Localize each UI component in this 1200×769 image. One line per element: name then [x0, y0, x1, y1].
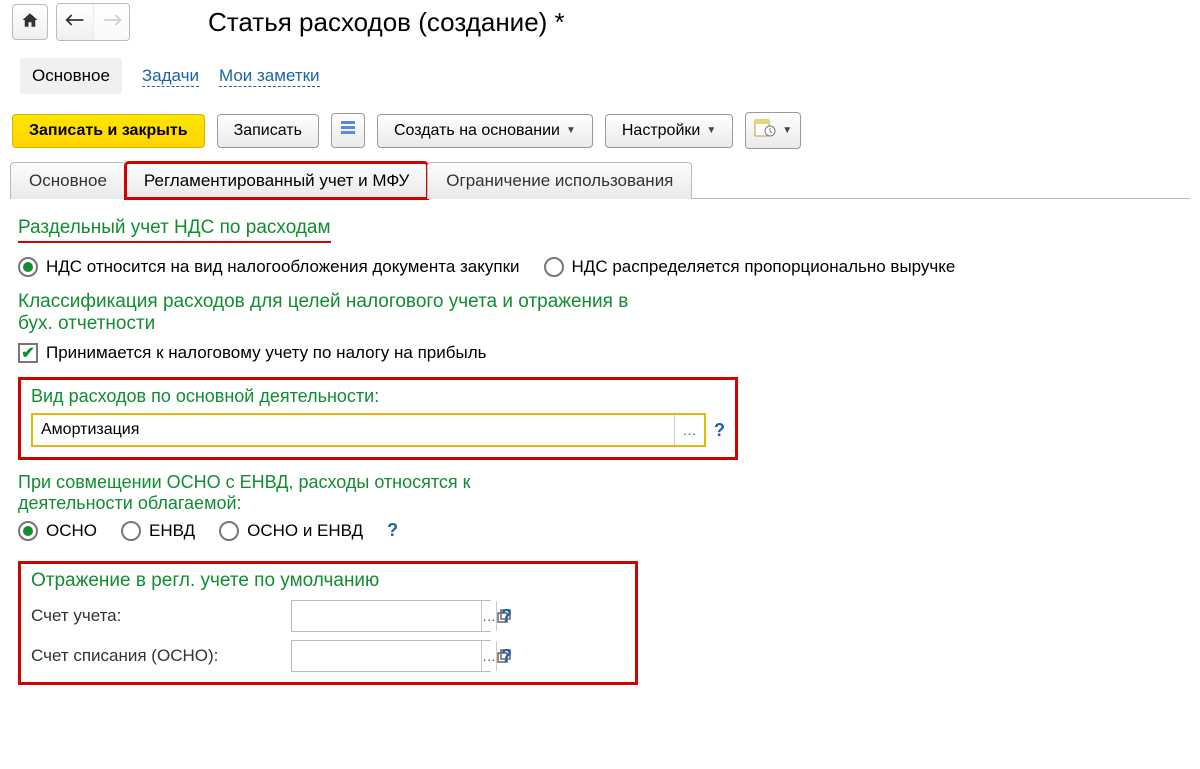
arrow-left-icon: [65, 13, 85, 32]
tab-regulated-accounting[interactable]: Регламентированный учет и МФУ: [125, 162, 428, 199]
profit-tax-checkbox-label: Принимается к налоговому учету по налогу…: [46, 343, 486, 363]
osno-radio-label-1: ОСНО: [46, 521, 97, 541]
vat-split-title: Раздельный учет НДС по расходам: [18, 217, 331, 243]
caret-down-icon: ▼: [706, 125, 716, 136]
account-picker-button[interactable]: …: [481, 601, 496, 631]
back-button[interactable]: [57, 4, 93, 40]
vat-radio-label-2: НДС распределяется пропорционально выруч…: [572, 257, 956, 277]
classification-title: Классификация расходов для целей налогов…: [18, 291, 658, 335]
osno-radio-envd[interactable]: [121, 521, 141, 541]
top-tab-main[interactable]: Основное: [20, 58, 122, 94]
top-tab-tasks[interactable]: Задачи: [142, 66, 199, 87]
list-icon: [340, 120, 356, 141]
osno-radio-osno[interactable]: [18, 521, 38, 541]
account-input[interactable]: [292, 601, 481, 631]
caret-down-icon: ▼: [566, 125, 576, 136]
writeoff-account-label: Счет списания (ОСНО):: [31, 646, 281, 666]
settings-label: Настройки: [622, 122, 700, 140]
vat-radio-label-1: НДС относится на вид налогообложения док…: [46, 257, 520, 277]
default-reg-title: Отражение в регл. учете по умолчанию: [31, 570, 625, 592]
account-label: Счет учета:: [31, 606, 281, 626]
osno-radio-label-2: ЕНВД: [149, 521, 195, 541]
help-icon[interactable]: ?: [501, 646, 512, 667]
save-and-close-button[interactable]: Записать и закрыть: [12, 114, 205, 148]
top-tab-notes[interactable]: Мои заметки: [219, 66, 320, 87]
schedule-icon: [754, 119, 776, 142]
osno-envd-note: При совмещении ОСНО с ЕНВД, расходы отно…: [18, 472, 578, 514]
save-button[interactable]: Записать: [217, 114, 319, 148]
caret-down-icon: ▼: [782, 125, 792, 136]
main-expense-input[interactable]: [33, 415, 674, 445]
help-icon[interactable]: ?: [501, 606, 512, 627]
schedule-button[interactable]: ▼: [745, 112, 801, 149]
create-based-on-button[interactable]: Создать на основании ▼: [377, 114, 593, 148]
home-icon: [21, 11, 39, 34]
tab-main[interactable]: Основное: [10, 162, 126, 199]
home-button[interactable]: [12, 4, 48, 40]
help-icon[interactable]: ?: [387, 520, 398, 541]
list-mode-button[interactable]: [331, 113, 365, 148]
create-based-on-label: Создать на основании: [394, 122, 560, 140]
writeoff-account-input[interactable]: [292, 641, 481, 671]
profit-tax-checkbox[interactable]: [18, 343, 38, 363]
page-title: Статья расходов (создание) *: [208, 7, 565, 38]
main-expense-picker-button[interactable]: …: [674, 415, 704, 445]
osno-radio-both[interactable]: [219, 521, 239, 541]
settings-button[interactable]: Настройки ▼: [605, 114, 733, 148]
vat-radio-doc-tax-type[interactable]: [18, 257, 38, 277]
osno-radio-label-3: ОСНО и ЕНВД: [247, 521, 363, 541]
forward-button: [93, 4, 129, 40]
tab-usage-restriction[interactable]: Ограничение использования: [427, 162, 692, 199]
main-expense-label: Вид расходов по основной деятельности:: [31, 386, 725, 407]
help-icon[interactable]: ?: [714, 420, 725, 441]
writeoff-picker-button[interactable]: …: [481, 641, 496, 671]
arrow-right-icon: [102, 13, 122, 32]
vat-radio-proportional[interactable]: [544, 257, 564, 277]
